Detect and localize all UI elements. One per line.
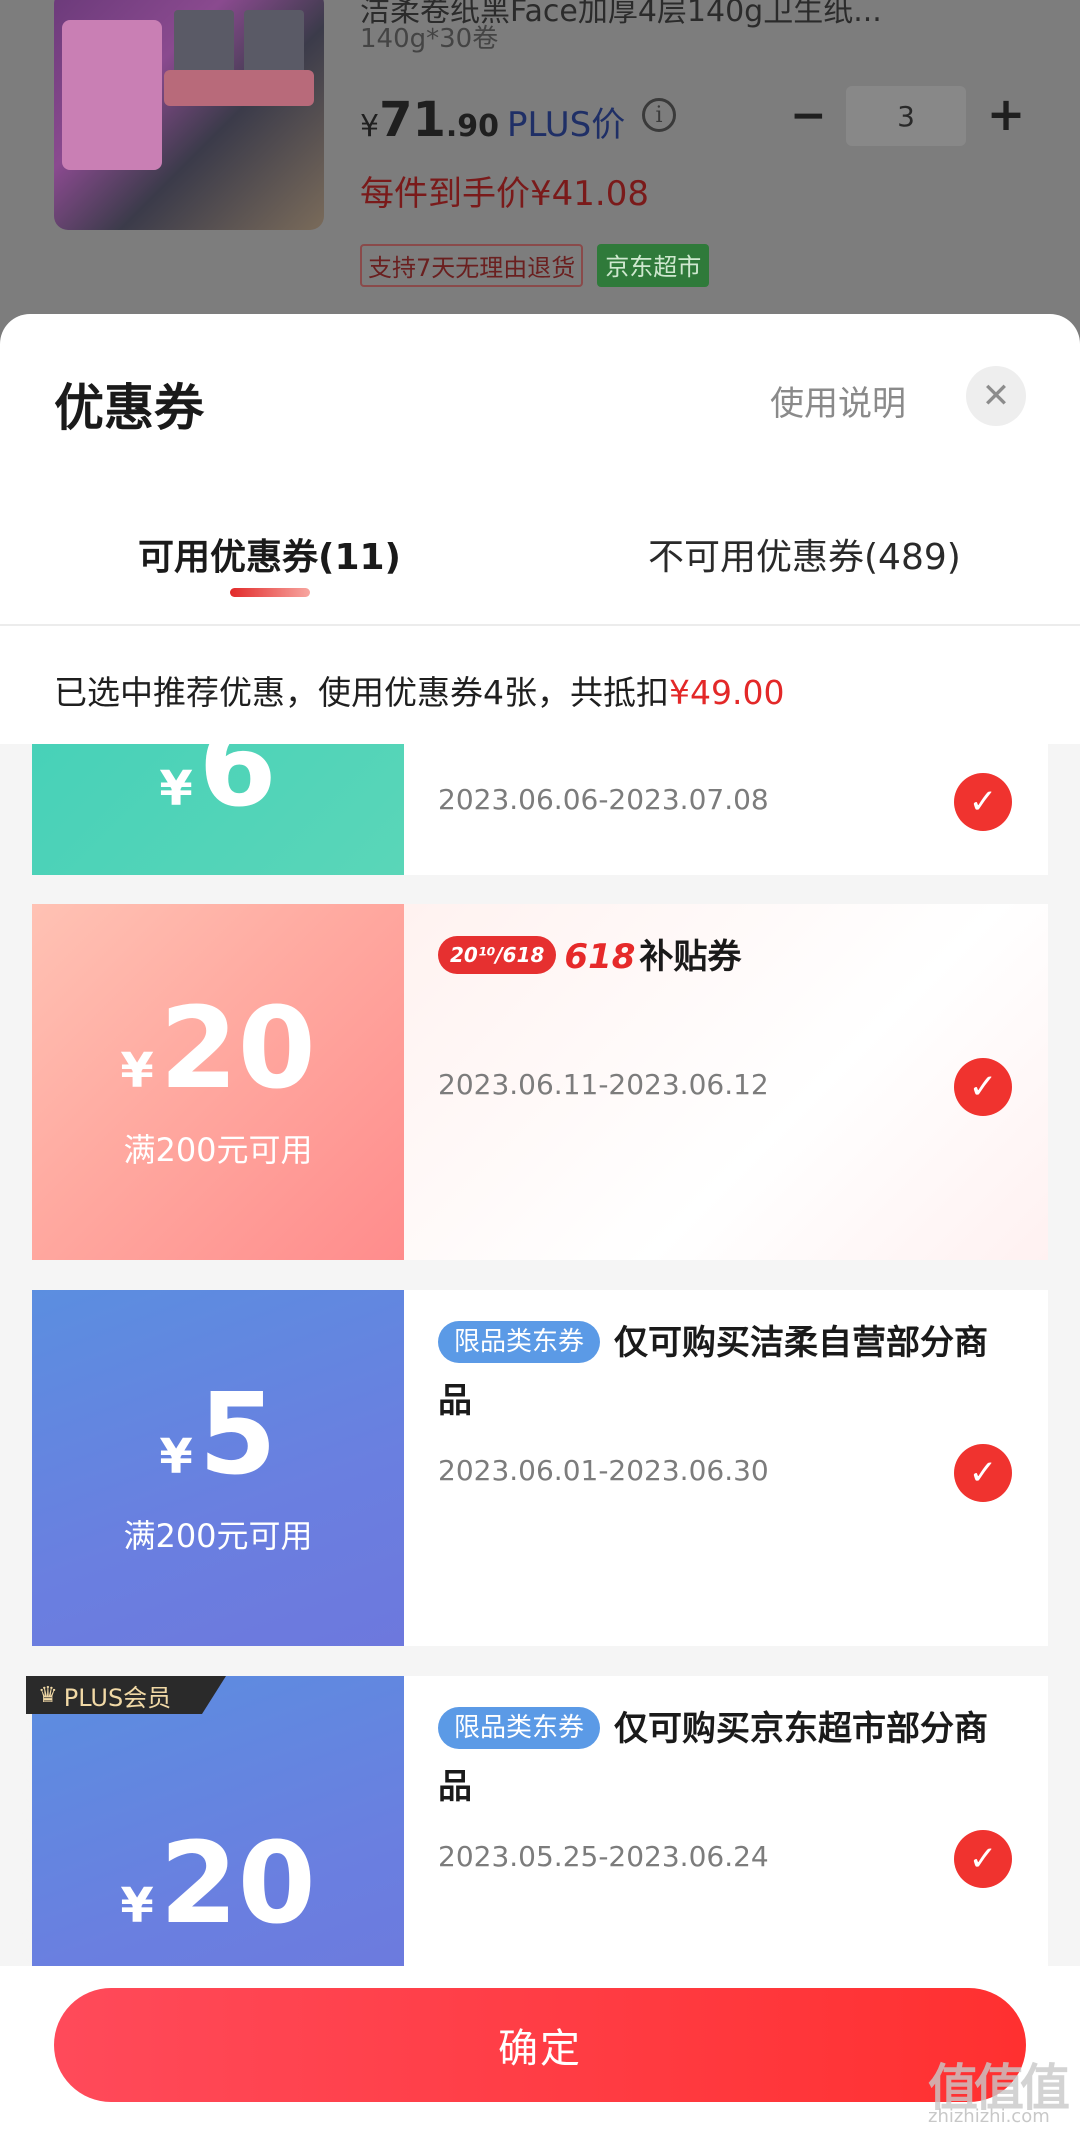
coupon-validity: 2023.05.25-2023.06.24: [438, 1840, 769, 1873]
close-button[interactable]: ✕: [966, 366, 1026, 426]
coupon-info-panel: 2023.06.06-2023.07.08 ✓: [404, 744, 1048, 875]
coupon-amount-value: 5: [198, 1370, 277, 1500]
coupon-info-panel: 20¹⁰/618 618 补贴券 2023.06.11-2023.06.12 ✓: [404, 904, 1048, 1260]
coupon-value-panel: ¥ 6: [32, 744, 404, 875]
coupon-validity: 2023.06.06-2023.07.08: [438, 783, 769, 816]
price-currency: ¥: [360, 109, 380, 144]
category-coupon-badge: 限品类东券: [438, 1321, 601, 1363]
coupon-currency: ¥: [120, 1878, 154, 1934]
coupon-card[interactable]: ¥ 20 满200元可用 20¹⁰/618 618 补贴券 2023.06.11-2…: [32, 904, 1048, 1260]
check-icon[interactable]: ✓: [954, 773, 1012, 831]
coupon-currency: ¥: [159, 1429, 193, 1485]
info-icon[interactable]: i: [642, 98, 676, 132]
price-decimal: .90: [445, 109, 500, 144]
selection-summary: 已选中推荐优惠，使用优惠券4张，共抵扣¥49.00: [54, 666, 784, 714]
tab-available-coupons[interactable]: 可用优惠券(11): [138, 528, 401, 580]
check-icon[interactable]: ✓: [954, 1058, 1012, 1116]
confirm-button[interactable]: 确定: [54, 1988, 1026, 2102]
plus-member-label: PLUS会员: [63, 1683, 172, 1712]
coupon-validity: 2023.06.11-2023.06.12: [438, 1068, 769, 1101]
coupon-value-panel: ¥ 5 满200元可用: [32, 1290, 404, 1646]
coupon-validity: 2023.06.01-2023.06.30: [438, 1454, 769, 1487]
product-image: [54, 0, 324, 230]
coupon-info-panel: 限品类东券 仅可购买洁柔自营部分商品 2023.06.01-2023.06.30 …: [404, 1290, 1048, 1646]
watermark-url: zhizhizhi.com: [928, 2106, 1050, 2127]
coupon-condition: 满200元可用: [123, 1517, 313, 1555]
crown-icon: ♛: [38, 1682, 58, 1708]
sheet-title: 优惠券: [54, 379, 204, 437]
coupon-amount: ¥ 20: [120, 993, 315, 1105]
coupon-amount: ¥ 5: [159, 1379, 276, 1491]
product-spec: 140g*30卷: [360, 24, 499, 54]
product-summary: 洁柔卷纸黑Face加厚4层140g卫生纸... 140g*30卷 ¥ 71 .9…: [0, 0, 1080, 330]
coupon-amount-value: 6: [198, 744, 277, 832]
summary-text: 已选中推荐优惠，使用优惠券4张，共抵扣: [54, 673, 669, 712]
jd-supermarket-tag: 京东超市: [597, 244, 710, 287]
quantity-decrease-button[interactable]: −: [790, 94, 827, 138]
final-unit-price: 每件到手价¥41.08: [360, 174, 649, 214]
category-coupon-badge: 限品类东券: [438, 1707, 601, 1749]
usage-instructions-link[interactable]: 使用说明: [770, 376, 906, 425]
product-tags: 支持7天无理由退货 京东超市: [360, 244, 710, 287]
coupon-sheet: 优惠券 使用说明 ✕ 可用优惠券(11) 不可用优惠券(489) 已选中推荐优惠…: [0, 314, 1080, 2133]
coupon-list[interactable]: ¥ 6 2023.06.06-2023.07.08 ✓ ¥ 20 满200元可用: [0, 744, 1080, 1966]
coupon-serrated-edge: [32, 744, 42, 875]
coupon-title: 限品类东券 仅可购买洁柔自营部分商品: [438, 1314, 998, 1430]
coupon-amount: ¥ 6: [159, 744, 276, 823]
price-integer: 71: [379, 92, 446, 148]
coupon-serrated-edge: [22, 1676, 42, 1966]
check-icon[interactable]: ✓: [954, 1444, 1012, 1502]
product-price: ¥ 71 .90 PLUS价: [360, 92, 625, 148]
return-policy-tag: 支持7天无理由退货: [360, 244, 584, 287]
plus-member-badge: ♛ PLUS会员: [26, 1676, 226, 1714]
close-icon: ✕: [981, 376, 1011, 416]
plus-price-label: PLUS价: [507, 105, 626, 145]
coupon-info-panel: 限品类东券 仅可购买京东超市部分商品 2023.05.25-2023.06.24 …: [404, 1676, 1048, 1966]
summary-amount: ¥49.00: [669, 673, 785, 712]
promo-card: [62, 20, 162, 170]
coupon-card[interactable]: ♛ PLUS会员 ¥ 20 限品类东券 仅可购买京东超市部分商品 2023.05.2…: [22, 1676, 1048, 1966]
coupon-title: 20¹⁰/618 618 补贴券: [438, 928, 998, 986]
coupon-currency: ¥: [120, 1043, 154, 1099]
sheet-footer: 确定: [0, 1966, 1080, 2133]
coupon-title-text: 补贴券: [639, 937, 742, 977]
coupon-card[interactable]: ¥ 6 2023.06.06-2023.07.08 ✓: [32, 744, 1048, 875]
active-tab-indicator: [230, 588, 310, 597]
image-price-tag: [164, 70, 314, 106]
coupon-serrated-edge: [32, 1290, 42, 1646]
coupon-amount: ¥ 20: [120, 1828, 315, 1940]
coupon-618-badge: 20¹⁰/618: [438, 936, 557, 974]
coupon-value-panel: ¥ 20 满200元可用: [32, 904, 404, 1260]
quantity-increase-button[interactable]: +: [986, 91, 1026, 137]
coupon-amount-value: 20: [159, 984, 316, 1114]
coupon-condition: 满200元可用: [123, 1131, 313, 1169]
coupon-value-panel: ¥ 20: [22, 1676, 404, 1966]
tab-unavailable-coupons[interactable]: 不可用优惠券(489): [648, 528, 961, 580]
coupon-card[interactable]: ¥ 5 满200元可用 限品类东券 仅可购买洁柔自营部分商品 2023.06.01…: [32, 1290, 1048, 1646]
coupon-currency: ¥: [159, 761, 193, 817]
coupon-amount-value: 20: [159, 1819, 316, 1949]
check-icon[interactable]: ✓: [954, 1830, 1012, 1888]
coupon-title: 限品类东券 仅可购买京东超市部分商品: [438, 1700, 998, 1816]
quantity-input[interactable]: 3: [846, 86, 966, 146]
coupon-618-label: 618: [564, 937, 636, 977]
tab-divider: [0, 624, 1080, 626]
coupon-serrated-edge: [32, 904, 42, 1260]
